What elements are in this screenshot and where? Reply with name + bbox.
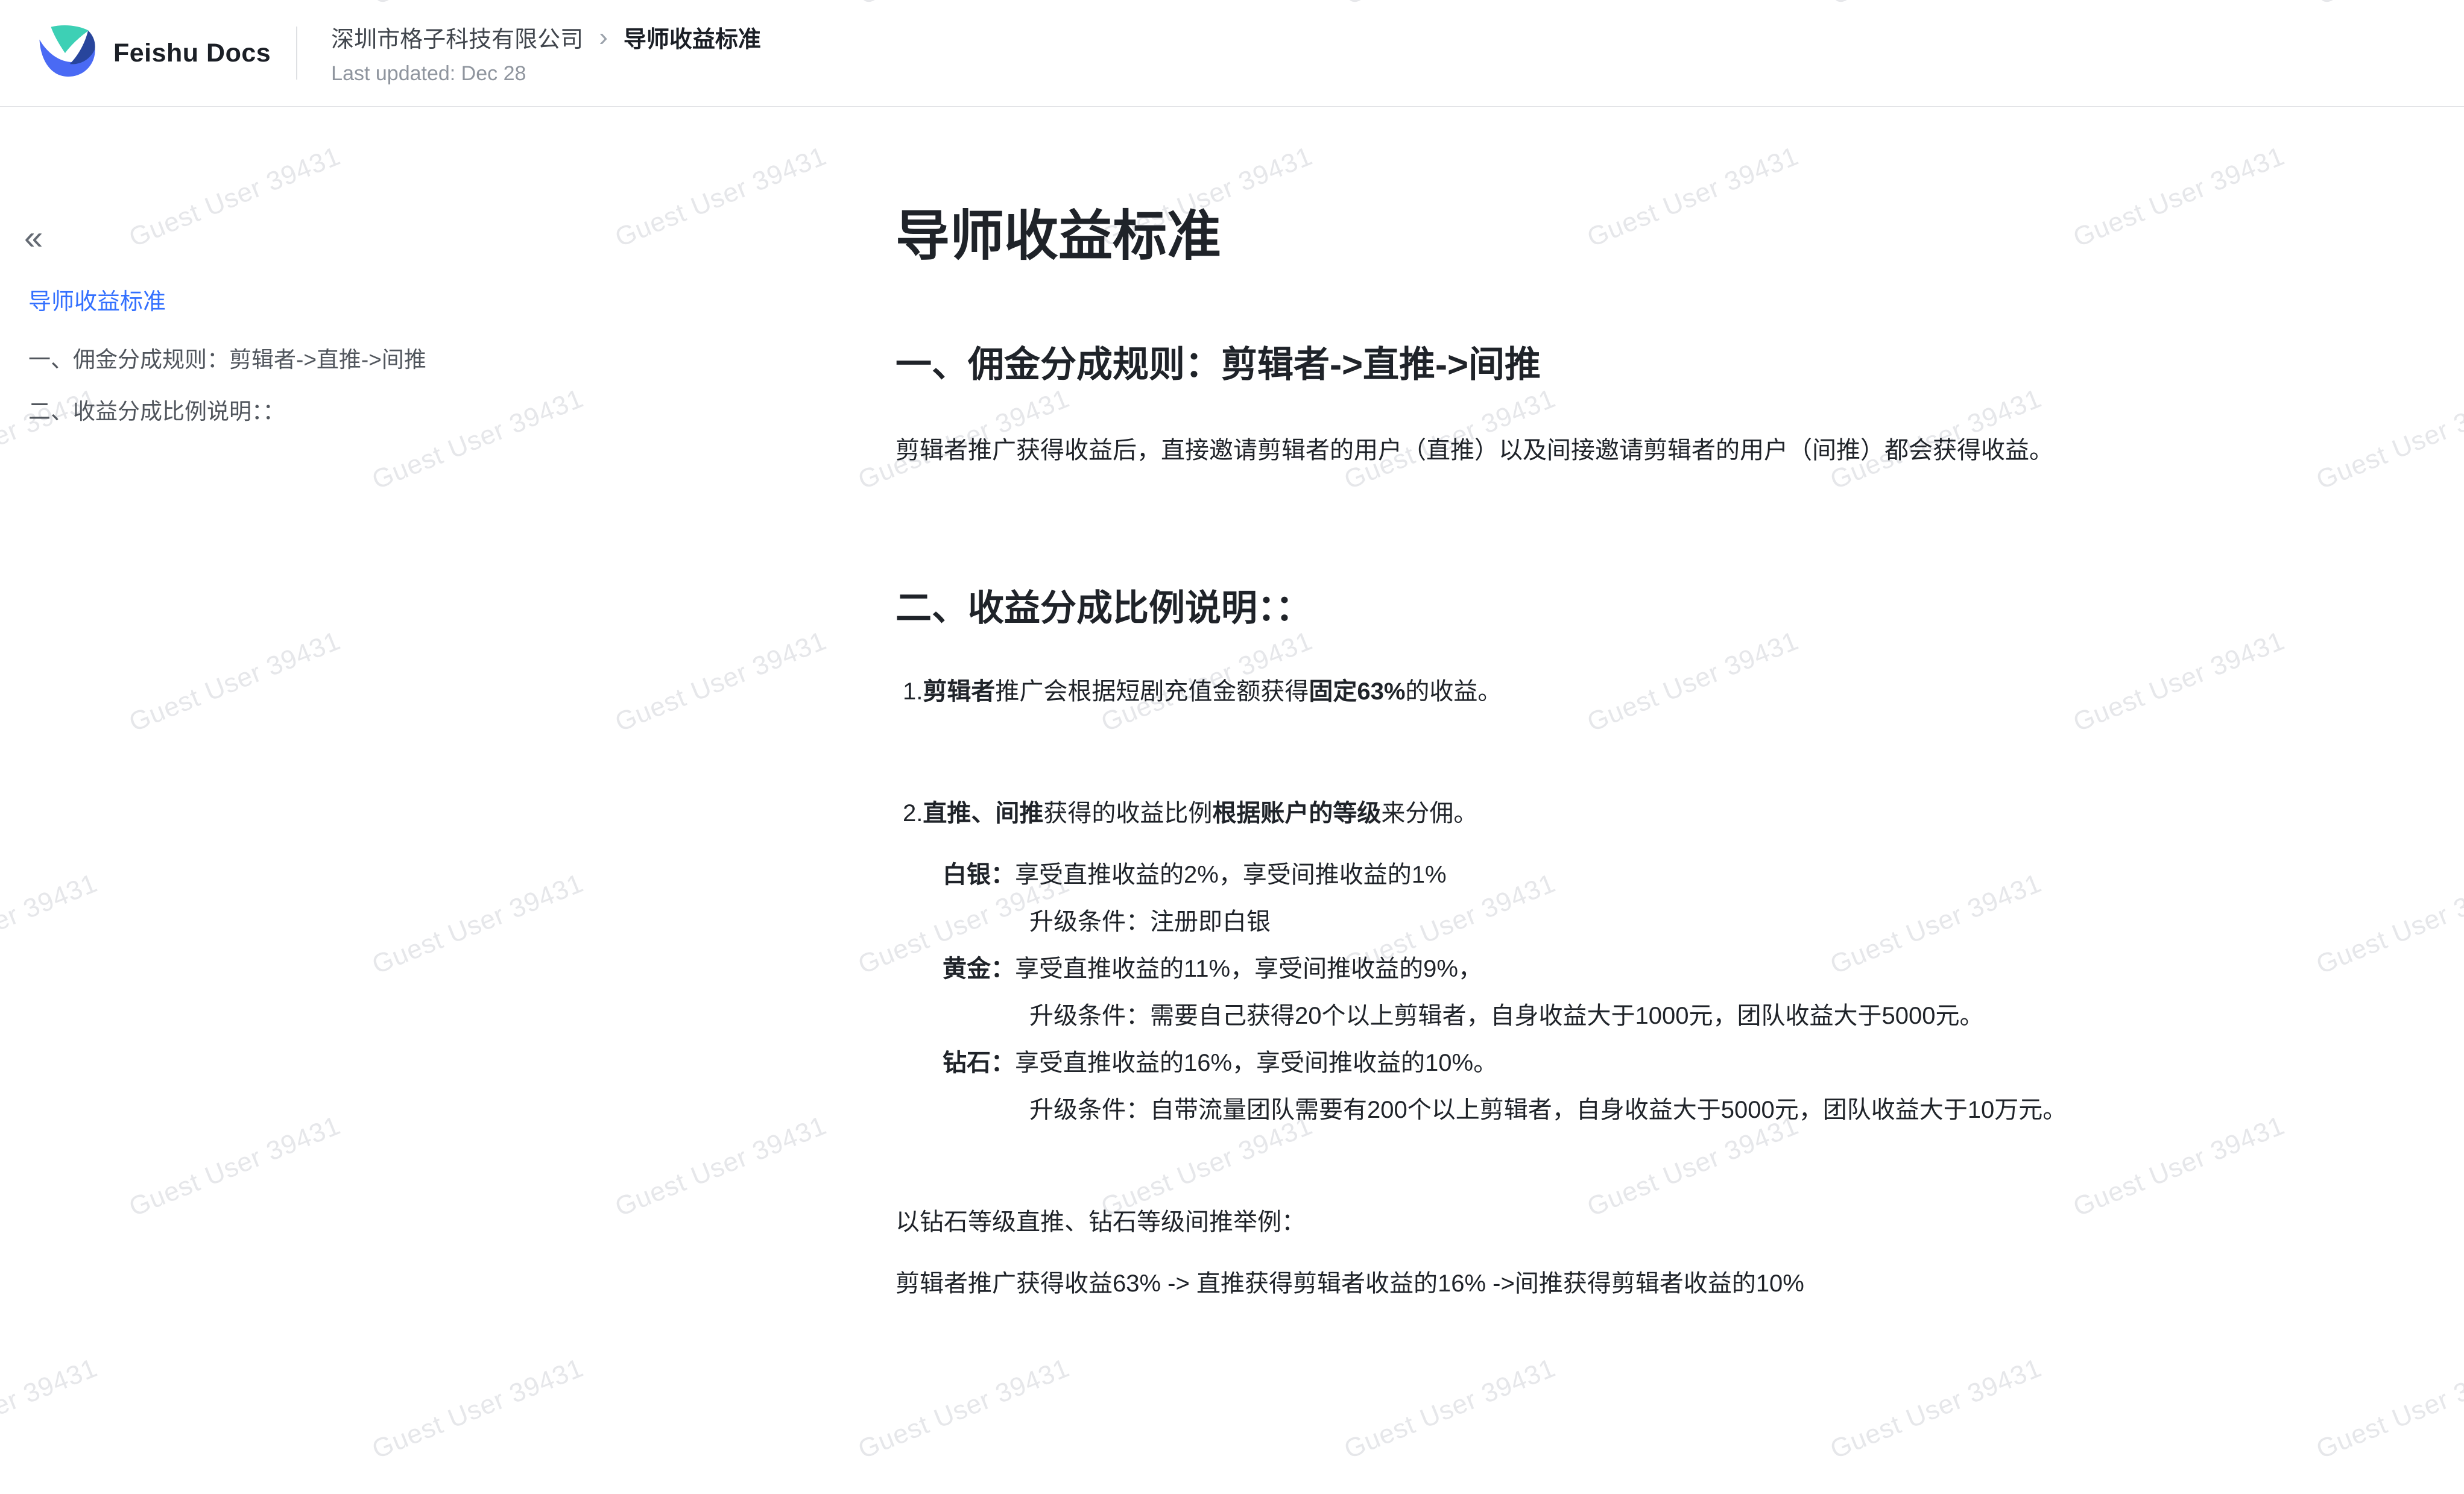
outline-item-1[interactable]: 一、佣金分成规则：剪辑者->直推->间推	[28, 345, 426, 375]
document-body: 导师收益标准一、佣金分成规则：剪辑者->直推->间推剪辑者推广获得收益后，直接邀…	[896, 107, 2427, 1307]
doc-paragraph-rule-intro: 剪辑者推广获得收益后，直接邀请剪辑者的用户（直推）以及间接邀请剪辑者的用户（间推…	[896, 427, 2427, 474]
doc-text-run: 来分佣。	[1381, 800, 1477, 827]
doc-paragraph-example-flow: 剪辑者推广获得收益63% -> 直推获得剪辑者收益的16% ->间推获得剪辑者收…	[896, 1260, 2427, 1307]
header-bar: Feishu Docs 深圳市格子科技有限公司 › 导师收益标准 Last up…	[0, 0, 2464, 107]
doc-level-silver-condition: 升级条件：注册即白银	[896, 898, 2427, 945]
sidebar-doc-title-link[interactable]: 导师收益标准	[28, 287, 166, 317]
doc-text-run: 剪辑者	[923, 678, 995, 705]
doc-text-run: 升级条件：自带流量团队需要有200个以上剪辑者，自身收益大于5000元，团队收益…	[1029, 1097, 2067, 1123]
doc-level-silver: 白银：享受直推收益的2%，享受间推收益的1%	[896, 851, 2427, 898]
breadcrumb: 深圳市格子科技有限公司 › 导师收益标准 Last updated: Dec 2…	[331, 20, 761, 86]
last-updated-label: Last updated: Dec 28	[331, 62, 761, 86]
watermark-text: Guest User 39431	[854, 1353, 1074, 1465]
doc-heading-share-ratio: 二、收益分成比例说明：：	[896, 582, 2427, 634]
doc-text-run: 1.	[903, 678, 923, 705]
doc-text-run: 固定63%	[1309, 678, 1405, 705]
breadcrumb-chevron-icon: ›	[599, 26, 608, 49]
doc-level-diamond-condition: 升级条件：自带流量团队需要有200个以上剪辑者，自身收益大于5000元，团队收益…	[896, 1086, 2427, 1133]
document-blocks: 导师收益标准一、佣金分成规则：剪辑者->直推->间推剪辑者推广获得收益后，直接邀…	[896, 201, 2427, 1307]
doc-list-item-2: 2.直推、间推获得的收益比例根据账户的等级来分佣。	[896, 790, 2427, 837]
doc-text-run: 黄金：	[943, 956, 1015, 982]
feishu-logo-icon[interactable]	[37, 24, 100, 83]
doc-text-run: 获得的收益比例	[1043, 800, 1212, 827]
breadcrumb-current[interactable]: 导师收益标准	[624, 20, 761, 54]
doc-paragraph-example-intro: 以钻石等级直推、钻石等级间推举例：	[896, 1199, 2427, 1246]
outline-sidebar: « 导师收益标准 一、佣金分成规则：剪辑者->直推->间推二、收益分成比例说明：…	[0, 107, 724, 1494]
doc-level-gold: 黄金：享受直推收益的11%，享受间推收益的9%，	[896, 945, 2427, 992]
doc-text-run: 白银：	[943, 862, 1015, 888]
watermark-text: Guest User 39431	[2312, 1353, 2464, 1465]
doc-text-run: 导师收益标准	[896, 206, 1221, 266]
doc-text-run: 钻石：	[943, 1050, 1015, 1076]
doc-text-run: 一、佣金分成规则：剪辑者->直推->间推	[896, 344, 1541, 385]
doc-heading-commission-rule: 一、佣金分成规则：剪辑者->直推->间推	[896, 339, 2427, 391]
header-divider	[296, 27, 297, 80]
watermark-text: Guest User 39431	[1340, 1353, 1560, 1465]
doc-title: 导师收益标准	[896, 201, 2427, 271]
doc-level-diamond: 钻石：享受直推收益的16%，享受间推收益的10%。	[896, 1039, 2427, 1086]
doc-text-run: 享受直推收益的2%，享受间推收益的1%	[1015, 862, 1447, 888]
breadcrumb-parent[interactable]: 深圳市格子科技有限公司	[331, 20, 583, 54]
doc-text-run: 享受直推收益的16%，享受间推收益的10%。	[1015, 1050, 1497, 1076]
app-name: Feishu Docs	[113, 39, 271, 68]
doc-text-run: 以钻石等级直推、钻石等级间推举例：	[896, 1209, 1306, 1235]
collapse-sidebar-icon[interactable]: «	[24, 219, 43, 256]
doc-text-run: 剪辑者推广获得收益63% -> 直推获得剪辑者收益的16% ->间推获得剪辑者收…	[896, 1270, 1804, 1297]
doc-text-run: 2.	[903, 800, 923, 827]
doc-level-gold-condition: 升级条件：需要自己获得20个以上剪辑者，自身收益大于1000元，团队收益大于50…	[896, 992, 2427, 1039]
outline-list: 一、佣金分成规则：剪辑者->直推->间推二、收益分成比例说明：：	[28, 345, 426, 449]
doc-text-run: 直推、间推	[923, 800, 1043, 827]
doc-text-run: 推广会根据短剧充值金额获得	[995, 678, 1309, 705]
outline-item-2[interactable]: 二、收益分成比例说明：：	[28, 397, 426, 427]
doc-text-run: 的收益。	[1405, 678, 1502, 705]
doc-text-run: 升级条件：注册即白银	[1029, 909, 1271, 935]
watermark-text: Guest User 39431	[1826, 1353, 2046, 1465]
doc-text-run: 二、收益分成比例说明：：	[896, 588, 1312, 628]
doc-list-item-1: 1.剪辑者推广会根据短剧充值金额获得固定63%的收益。	[896, 668, 2427, 715]
doc-text-run: 享受直推收益的11%，享受间推收益的9%，	[1015, 956, 1482, 982]
doc-text-run: 剪辑者推广获得收益后，直接邀请剪辑者的用户（直推）以及间接邀请剪辑者的用户（间推…	[896, 437, 2053, 464]
doc-text-run: 根据账户的等级	[1212, 800, 1381, 827]
feishu-docs-page: Guest User 39431 Guest User 39431 Guest Us…	[0, 0, 2464, 1494]
doc-text-run: 升级条件：需要自己获得20个以上剪辑者，自身收益大于1000元，团队收益大于50…	[1029, 1003, 1983, 1029]
